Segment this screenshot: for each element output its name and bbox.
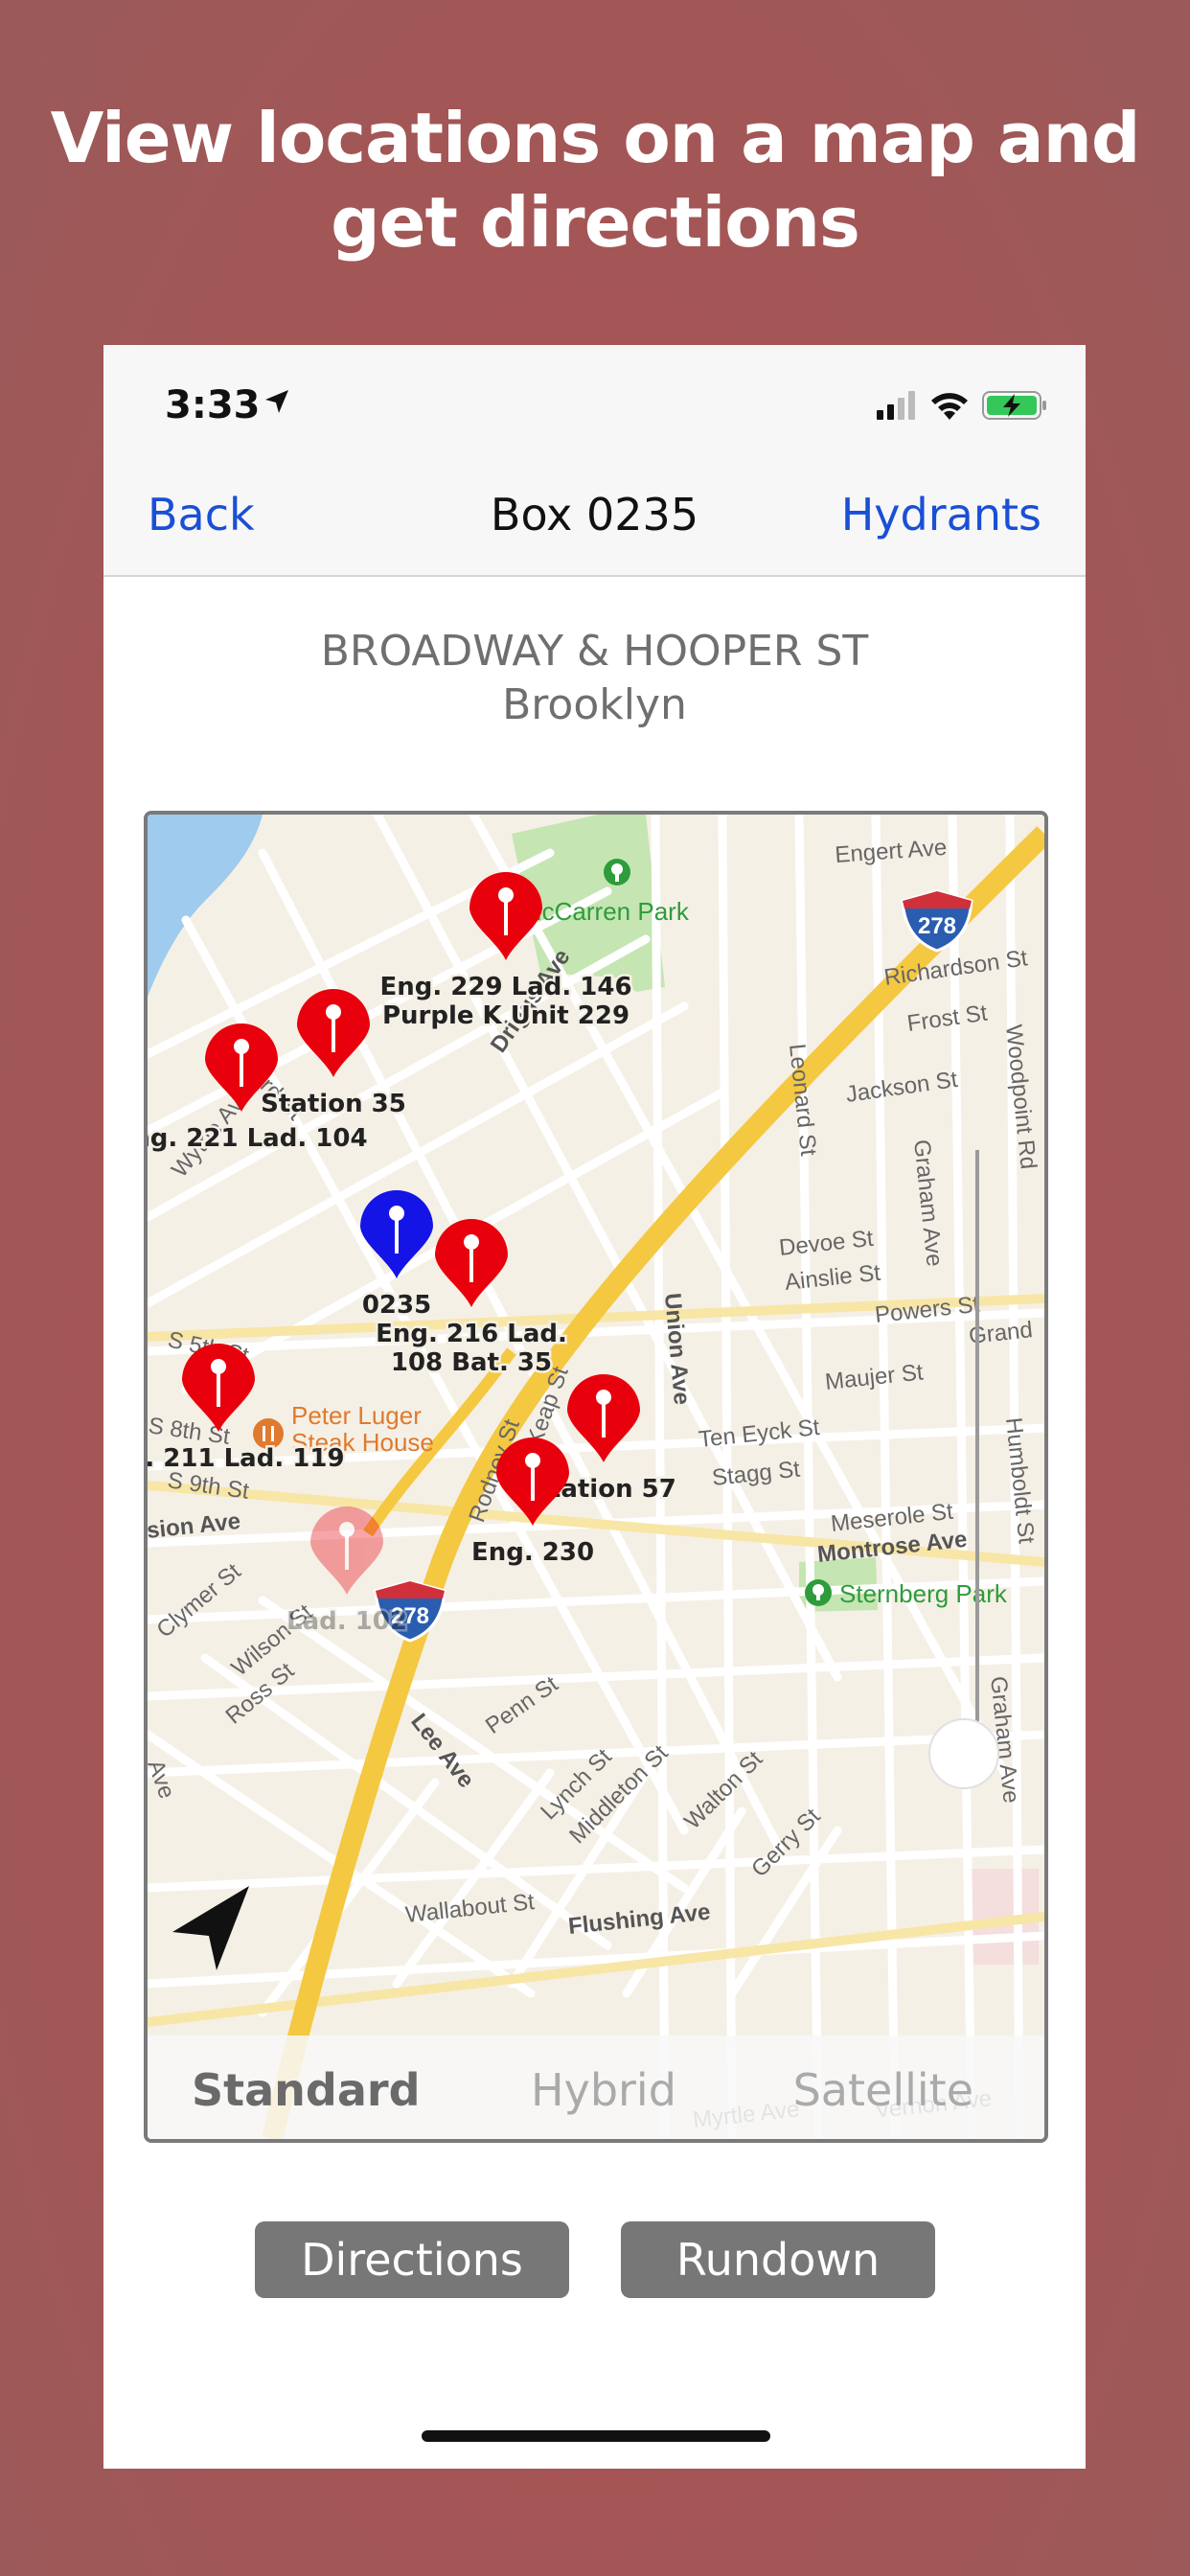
battery-charging-icon <box>982 391 1046 420</box>
segment-standard[interactable]: Standard <box>192 2064 421 2116</box>
zoom-slider-handle <box>928 1718 999 1789</box>
status-time: 3:33 <box>165 383 261 427</box>
park-tree-icon <box>604 859 630 886</box>
park-tree-icon <box>805 1579 832 1606</box>
cellular-signal-icon <box>877 391 915 420</box>
address: BROADWAY & HOOPER ST Brooklyn <box>103 625 1086 732</box>
status-bar: 3:33 <box>103 345 1086 460</box>
home-indicator <box>422 2430 770 2442</box>
map-pin-label: Eng. 216 Lad. <box>376 1320 567 1348</box>
map-canvas[interactable]: 278 278 Engert Ave Richardson St Frost S… <box>148 815 1044 2139</box>
phone-screen: 3:33 Back Box 0235 Hydrants BROADWAY & H… <box>103 345 1086 2469</box>
map-type-segmented-control: Standard Hybrid Satellite <box>148 2036 1044 2139</box>
headline-line-2: get directions <box>331 182 860 263</box>
map-pin-label: Purple K Unit 229 <box>382 1001 629 1030</box>
wifi-icon <box>931 393 968 420</box>
place-peter-luger: Peter Luger <box>291 1401 422 1430</box>
map-pin-label: 108 Bat. 35 <box>391 1348 552 1377</box>
location-arrow-icon <box>265 390 288 413</box>
navigation-bar: Back Box 0235 Hydrants <box>103 460 1086 577</box>
place-mccarren-park: McCarren Park <box>521 897 690 926</box>
headline-line-1: View locations on a map and <box>50 98 1141 178</box>
map-pin-label: Eng. 229 Lad. 146 <box>379 973 631 1001</box>
map-pin-label: 0235 <box>362 1291 431 1320</box>
status-icons <box>877 391 1046 420</box>
address-street: BROADWAY & HOOPER ST <box>320 627 869 676</box>
svg-text:278: 278 <box>918 913 956 939</box>
rundown-button[interactable]: Rundown <box>621 2221 935 2298</box>
map-pin-label: Eng. 230 <box>471 1538 594 1567</box>
map-pin-label: Eng. 221 Lad. 104 <box>148 1124 368 1153</box>
map-view[interactable]: 278 278 Engert Ave Richardson St Frost S… <box>144 811 1048 2143</box>
directions-button[interactable]: Directions <box>255 2221 569 2298</box>
hydrants-button[interactable]: Hydrants <box>841 489 1041 540</box>
map-pin-label: Eng. 211 Lad. 119 <box>148 1444 345 1473</box>
address-borough: Brooklyn <box>502 680 687 729</box>
segment-satellite[interactable]: Satellite <box>793 2064 973 2116</box>
place-sternberg-park: Sternberg Park <box>839 1579 1008 1608</box>
headline: View locations on a map and get directio… <box>0 96 1190 264</box>
map-pin-label: Station 35 <box>261 1090 406 1118</box>
segment-hybrid[interactable]: Hybrid <box>531 2064 676 2116</box>
map-pin-label: Lad. 102 <box>286 1607 407 1636</box>
